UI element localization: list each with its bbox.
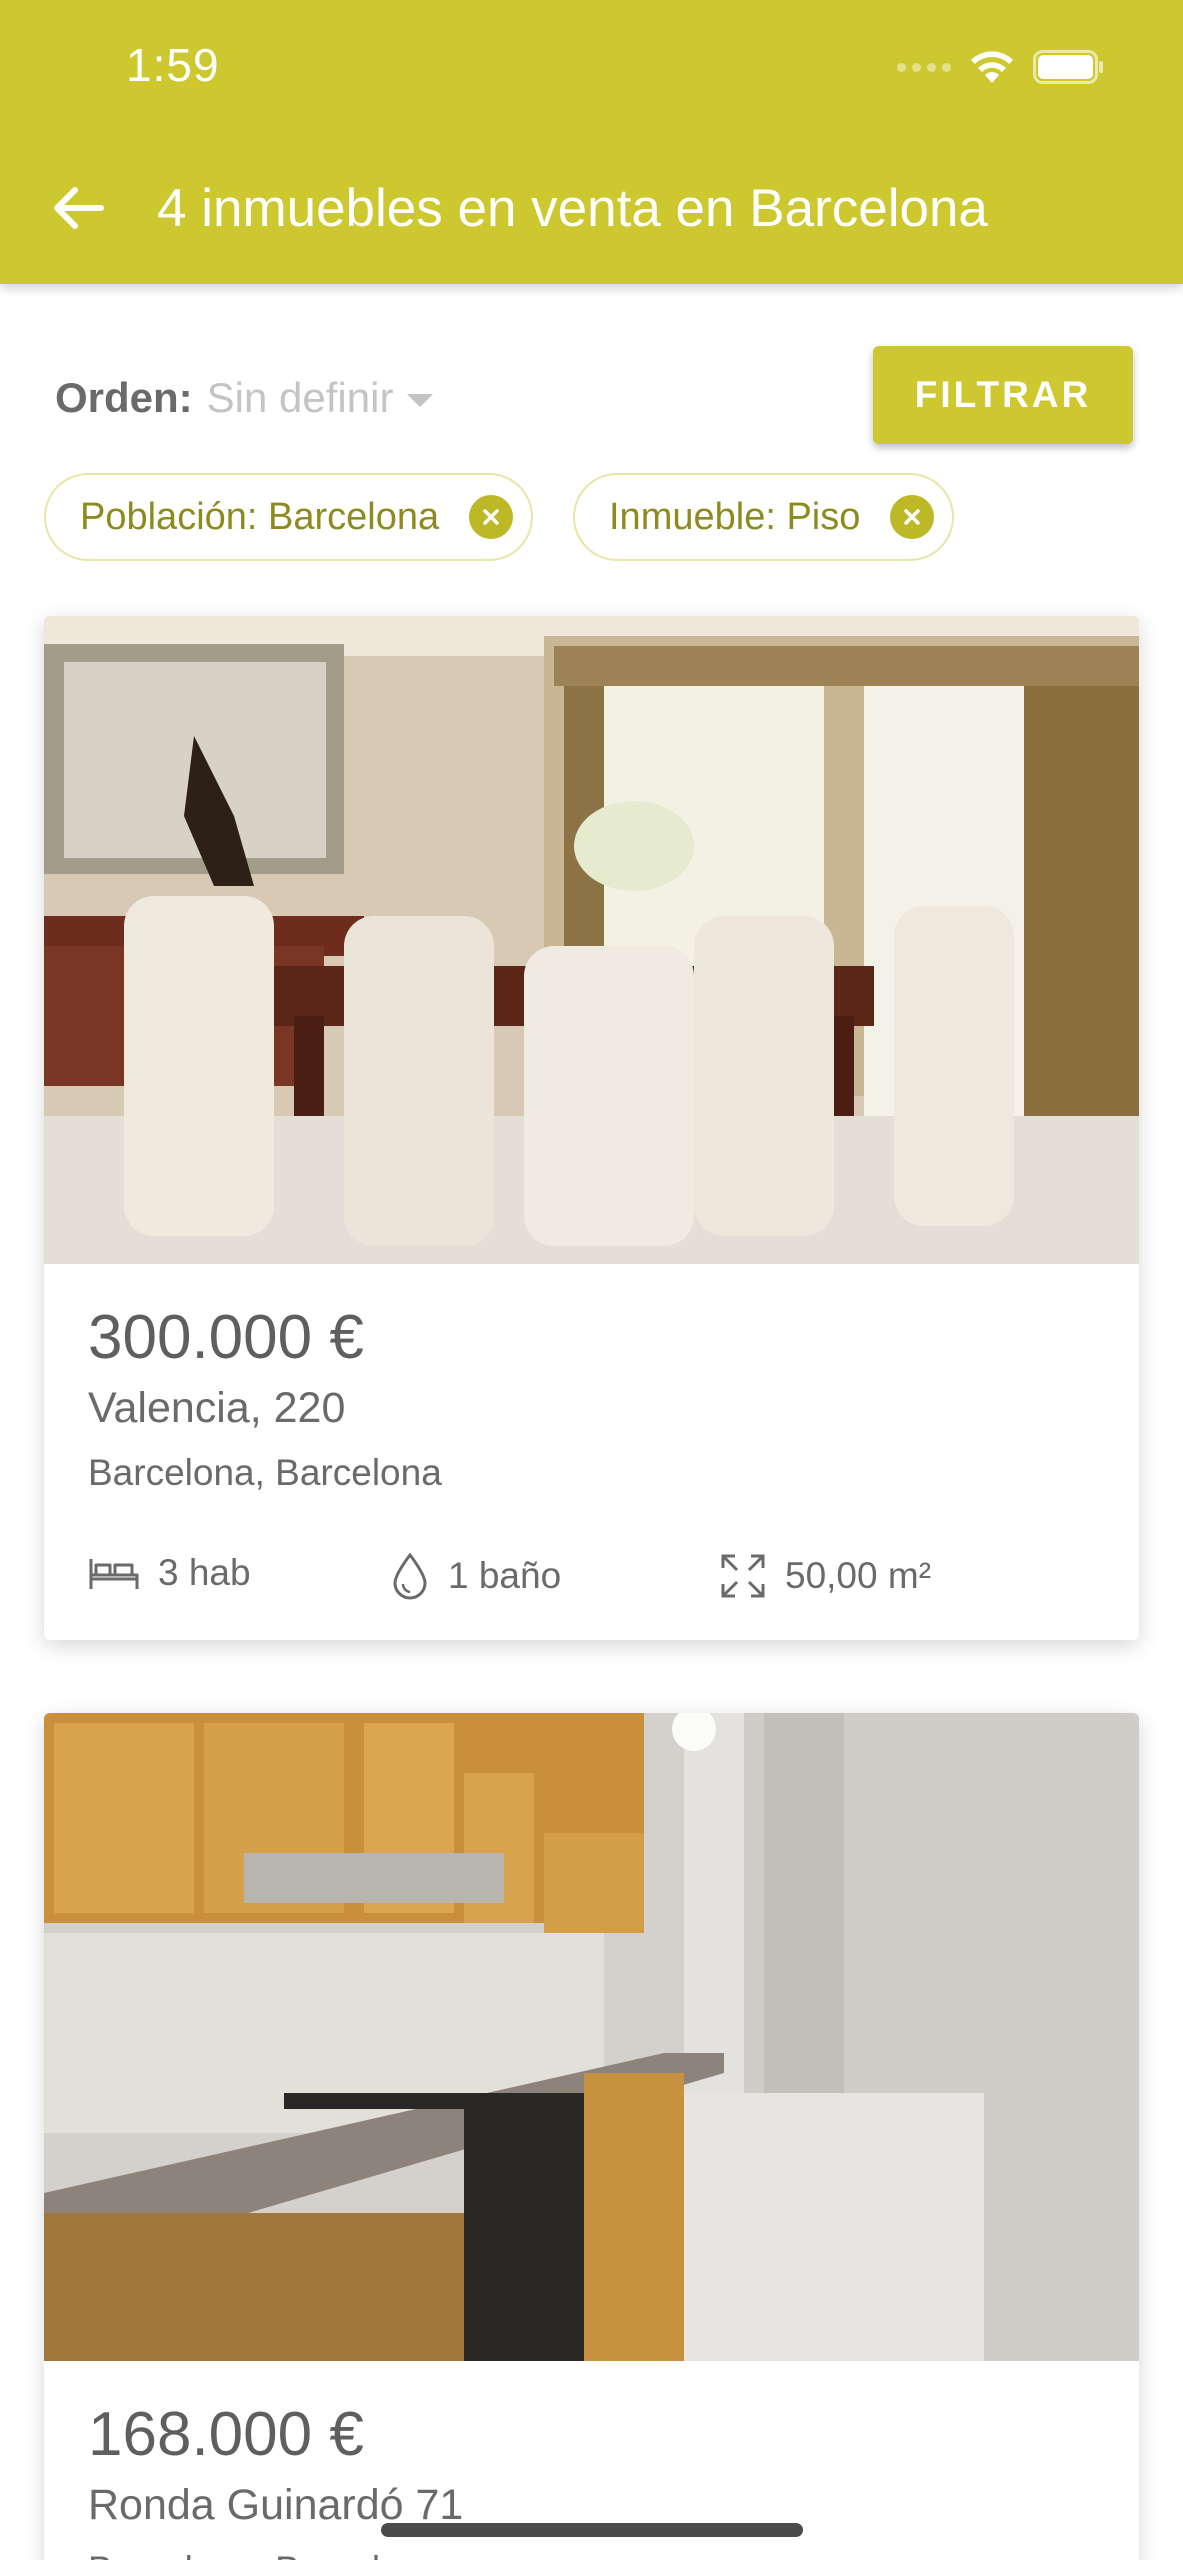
- status-icons: [897, 44, 1105, 90]
- listing-photo-dining-room: [44, 616, 1139, 1264]
- listing-baths: 1 baño: [390, 1552, 561, 1600]
- sort-selector[interactable]: Orden: Sin definir: [55, 370, 434, 426]
- filter-button[interactable]: FILTRAR: [873, 346, 1133, 444]
- bed-icon: [89, 1559, 139, 1589]
- area-label: 50,00 m²: [785, 1555, 932, 1596]
- filter-chip-label: Inmueble: Piso: [609, 495, 861, 538]
- rooms-label: 3 hab: [158, 1552, 251, 1593]
- wifi-icon: [969, 49, 1015, 85]
- listing-photo-kitchen: [44, 1713, 1139, 2361]
- expand-area-icon: [721, 1554, 765, 1598]
- listing-city: Barcelona, Barcelona: [88, 2549, 442, 2560]
- listing-street: Valencia, 220: [88, 1384, 346, 1432]
- listing-card[interactable]: 168.000 € Ronda Guinardó 71 Barcelona, B…: [44, 1713, 1139, 2560]
- battery-icon: [1033, 50, 1105, 84]
- caret-down-icon: [407, 393, 434, 407]
- listing-area: 50,00 m²: [719, 1552, 931, 1600]
- filter-chip-property-type: Inmueble: Piso: [573, 473, 955, 561]
- sort-label: Orden:: [55, 374, 193, 421]
- page-title: 4 inmuebles en venta en Barcelona: [157, 179, 988, 238]
- water-drop-icon: [393, 1552, 427, 1600]
- back-button[interactable]: [40, 170, 116, 246]
- remove-filter-icon[interactable]: [469, 495, 514, 539]
- status-time: 1:59: [126, 39, 220, 91]
- listing-city: Barcelona, Barcelona: [88, 1452, 442, 1493]
- listing-rooms: 3 hab: [88, 1552, 251, 1594]
- baths-label: 1 baño: [448, 1555, 562, 1596]
- app-bar: 1:59 4 inmuebles en venta en Barcelona: [0, 0, 1183, 284]
- home-indicator[interactable]: [381, 2523, 803, 2537]
- sort-value: Sin definir: [206, 374, 394, 421]
- listing-price: 168.000 €: [88, 2400, 364, 2469]
- listing-price: 300.000 €: [88, 1303, 364, 1372]
- arrow-left-icon: [54, 187, 104, 229]
- filter-chip-population: Población: Barcelona: [44, 473, 534, 561]
- cellular-signal-icon: [897, 62, 951, 72]
- filter-chip-label: Población: Barcelona: [80, 495, 440, 538]
- remove-filter-icon[interactable]: [890, 495, 935, 539]
- listing-card[interactable]: 300.000 € Valencia, 220 Barcelona, Barce…: [44, 616, 1139, 1640]
